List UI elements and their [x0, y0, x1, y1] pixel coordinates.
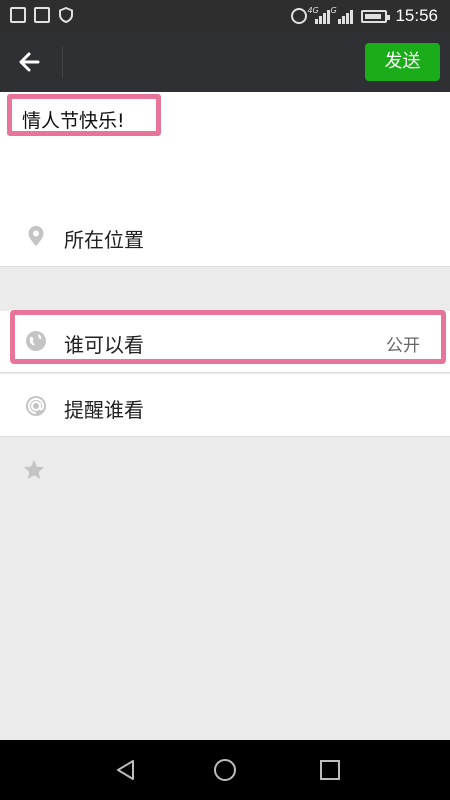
home-circle-icon[interactable] [213, 758, 237, 782]
network-4g-label: 4G [307, 6, 319, 15]
globe-icon [26, 331, 46, 351]
remind-label: 提醒谁看 [64, 398, 144, 422]
message-input[interactable]: 情人节快乐! [7, 94, 161, 136]
star-icon[interactable] [22, 458, 46, 482]
alarm-icon [291, 8, 308, 24]
signal-icon: G [330, 6, 354, 24]
toolbar-divider [62, 46, 63, 78]
top-bar: 发送 [0, 32, 450, 92]
status-right: 4G G 15:56 [291, 6, 438, 26]
status-left [10, 7, 74, 23]
send-button[interactable]: 发送 [365, 43, 440, 81]
visibility-row[interactable]: 谁可以看 公开 [0, 311, 450, 373]
image-icon [10, 7, 26, 23]
at-icon [26, 396, 46, 416]
visibility-label: 谁可以看 [64, 333, 144, 357]
location-row[interactable]: 所在位置 [0, 207, 450, 267]
battery-icon [361, 9, 391, 23]
gallery-icon [34, 7, 50, 23]
signal-icon: 4G [307, 6, 331, 24]
status-bar: 4G G 15:56 [0, 0, 450, 32]
shield-icon [59, 7, 73, 23]
visibility-value: 公开 [386, 336, 420, 356]
navigation-bar [0, 740, 450, 800]
network-g-label: G [330, 6, 337, 15]
back-triangle-icon[interactable] [114, 758, 138, 782]
location-pin-icon [28, 226, 44, 246]
status-time: 15:56 [395, 6, 438, 25]
message-text: 情人节快乐! [22, 110, 125, 132]
remind-row[interactable]: 提醒谁看 [0, 374, 450, 437]
location-label: 所在位置 [64, 228, 144, 252]
compose-area[interactable]: 情人节快乐! [0, 92, 450, 207]
recent-square-icon[interactable] [318, 758, 342, 782]
arrow-left-icon[interactable] [14, 47, 46, 77]
